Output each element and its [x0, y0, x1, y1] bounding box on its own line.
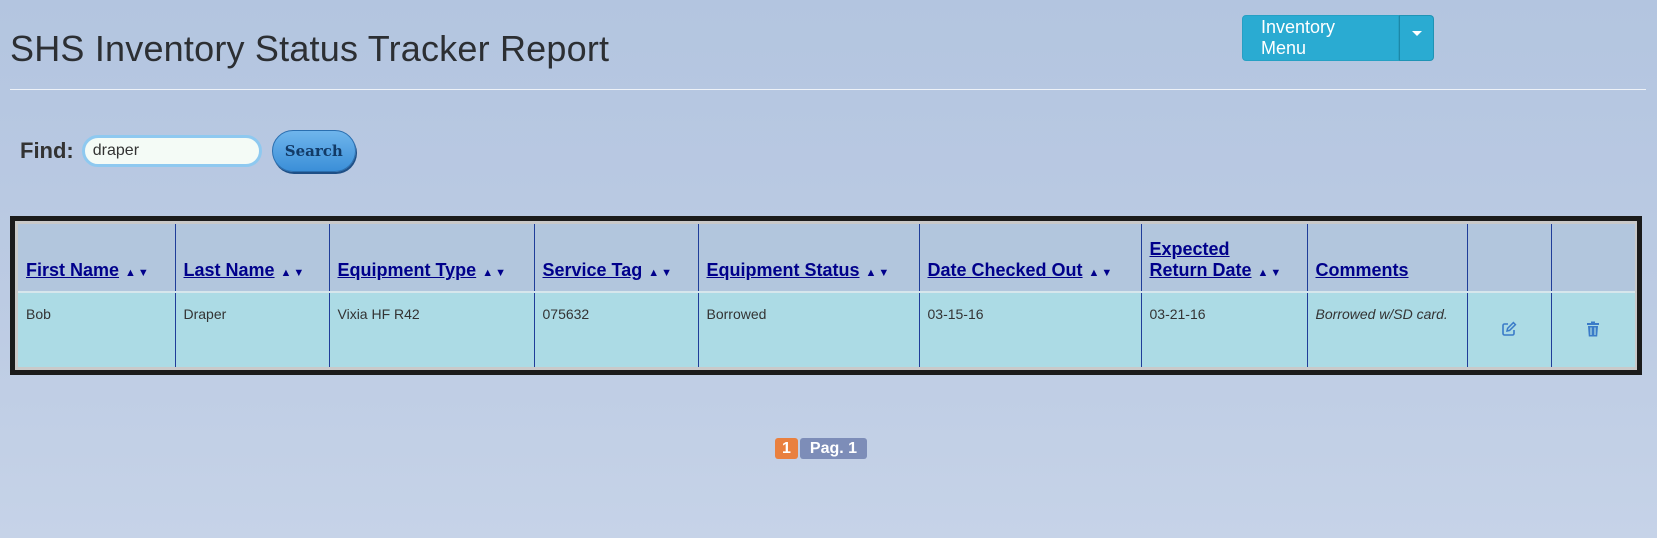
sort-link-last-name[interactable]: Last Name	[184, 260, 275, 280]
link-comments[interactable]: Comments	[1316, 260, 1409, 280]
col-header-edit	[1467, 224, 1552, 292]
inventory-menu-dropdown-toggle[interactable]	[1399, 15, 1434, 61]
sort-arrows-icon[interactable]: ▲▼	[648, 267, 674, 279]
sort-arrows-icon[interactable]: ▲▼	[482, 267, 508, 279]
cell-service-tag: 075632	[534, 291, 699, 367]
inventory-menu-button[interactable]: Inventory Menu	[1242, 15, 1399, 61]
cell-last-name: Draper	[175, 291, 330, 367]
sort-link-first-name[interactable]: First Name	[26, 260, 119, 280]
caret-down-icon	[1411, 31, 1422, 36]
sort-arrows-icon[interactable]: ▲▼	[866, 267, 892, 279]
page-label: Pag. 1	[799, 438, 868, 459]
cell-comments: Borrowed w/SD card.	[1307, 291, 1468, 367]
pagination: 1 Pag. 1	[775, 438, 868, 459]
sort-link-service-tag[interactable]: Service Tag	[543, 260, 643, 280]
trash-icon[interactable]	[1586, 321, 1600, 340]
cell-date-checked-out: 03-15-16	[919, 291, 1142, 367]
inventory-menu-group: Inventory Menu	[1242, 15, 1434, 61]
table-header-row: First Name ▲▼ Last Name ▲▼ Equipment Type ▲…	[18, 224, 1635, 292]
edit-icon[interactable]	[1501, 321, 1517, 340]
table-row: Bob Draper Vixia HF R42 075632 Borrowed …	[18, 291, 1635, 367]
search-input[interactable]	[81, 135, 262, 167]
sort-link-date-checked-out[interactable]: Date Checked Out	[928, 260, 1083, 280]
header-divider	[10, 89, 1646, 90]
cell-equipment-status: Borrowed	[698, 291, 920, 367]
col-header-service-tag: Service Tag ▲▼	[534, 224, 699, 292]
sort-arrows-icon[interactable]: ▲▼	[125, 267, 151, 279]
page-title: SHS Inventory Status Tracker Report	[10, 28, 610, 69]
cell-edit	[1467, 291, 1552, 367]
page-1-link[interactable]: 1	[775, 438, 798, 459]
inventory-table: First Name ▲▼ Last Name ▲▼ Equipment Type ▲…	[10, 216, 1642, 375]
sort-arrows-icon[interactable]: ▲▼	[1089, 267, 1115, 279]
sort-arrows-icon[interactable]: ▲▼	[1258, 267, 1284, 279]
sort-arrows-icon[interactable]: ▲▼	[281, 267, 307, 279]
cell-first-name: Bob	[18, 291, 176, 367]
col-header-last-name: Last Name ▲▼	[175, 224, 330, 292]
sort-link-equipment-type[interactable]: Equipment Type	[338, 260, 477, 280]
col-header-comments: Comments	[1307, 224, 1468, 292]
sort-link-equipment-status[interactable]: Equipment Status	[707, 260, 860, 280]
cell-expected-return-date: 03-21-16	[1141, 291, 1308, 367]
search-bar: Find: Search	[20, 130, 356, 172]
col-header-equipment-type: Equipment Type ▲▼	[329, 224, 535, 292]
col-header-date-checked-out: Date Checked Out ▲▼	[919, 224, 1142, 292]
cell-delete	[1551, 291, 1635, 367]
col-header-expected-return-date: Expected Return Date ▲▼	[1141, 224, 1308, 292]
col-header-delete	[1551, 224, 1635, 292]
col-header-first-name: First Name ▲▼	[18, 224, 176, 292]
sort-link-expected-return-date-line2[interactable]: Return Date	[1150, 260, 1252, 280]
search-button[interactable]: Search	[271, 130, 356, 172]
sort-link-expected-return-date-line1[interactable]: Expected	[1150, 239, 1230, 259]
cell-equipment-type: Vixia HF R42	[329, 291, 535, 367]
find-label: Find:	[20, 138, 74, 163]
col-header-equipment-status: Equipment Status ▲▼	[698, 224, 920, 292]
